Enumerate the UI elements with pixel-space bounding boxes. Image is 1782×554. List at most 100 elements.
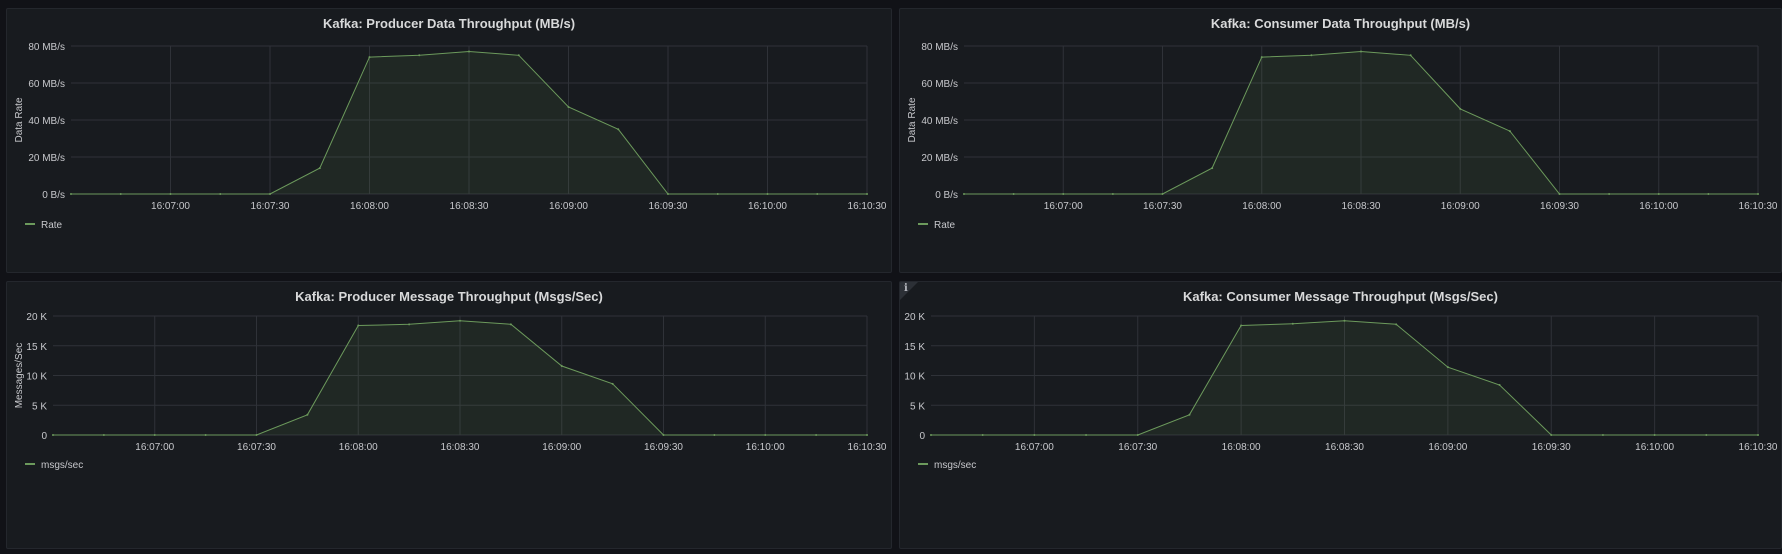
x-tick-label: 16:10:00 — [1635, 442, 1674, 453]
data-point — [1550, 434, 1553, 436]
x-tick-label: 16:07:30 — [1143, 201, 1182, 212]
data-point — [1558, 193, 1561, 195]
data-point — [509, 323, 512, 326]
y-axis-label: Data Rate — [907, 97, 918, 142]
x-tick-label: 16:09:30 — [1532, 442, 1571, 453]
data-point — [1498, 384, 1501, 387]
legend-label: msgs/sec — [934, 460, 976, 471]
data-point — [1136, 434, 1139, 436]
x-tick-label: 16:09:00 — [1441, 201, 1480, 212]
x-tick-label: 16:10:30 — [1739, 201, 1778, 212]
series-area — [71, 51, 867, 194]
consumer-data-throughput-panel[interactable]: Kafka: Consumer Data Throughput (MB/s) 0… — [899, 8, 1782, 273]
x-tick-label: 16:07:30 — [251, 201, 290, 212]
producer-message-throughput-chart: 0 5 K 10 K 15 K 20 K 16:07:00 16:07:30 16:08:00… — [14, 312, 887, 471]
data-point — [713, 434, 716, 436]
data-point — [1260, 56, 1263, 59]
data-point — [408, 323, 411, 326]
x-tick-label: 16:10:30 — [1739, 442, 1778, 453]
data-point — [1161, 193, 1164, 195]
data-point — [255, 434, 258, 436]
x-tick-label: 16:08:30 — [450, 201, 489, 212]
x-tick-label: 16:09:00 — [549, 201, 588, 212]
x-tick-label: 16:07:30 — [1118, 442, 1157, 453]
data-point — [1757, 434, 1759, 436]
data-point — [1111, 193, 1114, 195]
x-tick-label: 16:09:30 — [649, 201, 688, 212]
y-tick-label: 5 K — [32, 401, 47, 412]
y-tick-label: 20 K — [26, 312, 47, 323]
legend-item: Rate — [918, 220, 956, 231]
data-point — [662, 434, 665, 436]
data-point — [1459, 107, 1462, 110]
data-point — [560, 364, 563, 367]
series-area — [964, 51, 1758, 194]
data-point — [1085, 434, 1088, 436]
data-point — [1360, 50, 1362, 53]
x-tick-label: 16:10:30 — [848, 442, 887, 453]
series-area — [53, 320, 867, 435]
x-tick-label: 16:10:00 — [748, 201, 787, 212]
legend-item: msgs/sec — [918, 460, 976, 471]
x-tick-label: 16:10:00 — [1639, 201, 1678, 212]
data-point — [1310, 54, 1313, 57]
data-point — [1446, 366, 1449, 369]
y-tick-label: 10 K — [904, 372, 925, 383]
data-point — [357, 324, 360, 327]
data-point — [368, 56, 371, 59]
data-point — [1508, 130, 1511, 133]
data-point — [766, 193, 769, 195]
y-tick-label: 40 MB/s — [921, 116, 958, 127]
data-point — [1608, 193, 1611, 195]
data-point — [468, 50, 470, 53]
x-tick-label: 16:09:30 — [644, 442, 683, 453]
y-tick-label: 0 B/s — [42, 190, 65, 201]
data-point — [1409, 54, 1412, 57]
data-point — [815, 434, 818, 436]
data-point — [169, 193, 172, 195]
data-point — [1033, 434, 1036, 436]
data-point — [418, 54, 421, 57]
data-point — [1240, 324, 1243, 327]
x-tick-label: 16:10:00 — [746, 442, 785, 453]
producer-data-throughput-chart: 0 B/s 20 MB/s 40 MB/s 60 MB/s 80 MB/s 16:07:0… — [14, 42, 887, 231]
x-tick-label: 16:08:00 — [1222, 442, 1261, 453]
x-tick-label: 16:07:00 — [135, 442, 174, 453]
x-tick-label: 16:07:30 — [237, 442, 276, 453]
x-tick-label: 16:08:30 — [1325, 442, 1364, 453]
y-tick-label: 15 K — [26, 342, 47, 353]
producer-message-throughput-panel[interactable]: Kafka: Producer Message Throughput (Msgs… — [6, 281, 892, 549]
legend-item: Rate — [25, 220, 63, 231]
y-axis-label: Messages/Sec — [14, 343, 25, 409]
data-point — [1705, 434, 1708, 436]
x-tick-label: 16:08:00 — [339, 442, 378, 453]
x-tick-label: 16:07:00 — [1044, 201, 1083, 212]
data-point — [567, 106, 570, 109]
data-point — [459, 319, 461, 322]
data-point — [219, 193, 222, 195]
data-point — [204, 434, 207, 436]
data-point — [866, 434, 868, 436]
x-tick-label: 16:09:00 — [542, 442, 581, 453]
consumer-message-throughput-panel[interactable]: i Kafka: Consumer Message Throughput (Ms… — [899, 281, 1782, 549]
producer-data-throughput-panel[interactable]: Kafka: Producer Data Throughput (MB/s) 0… — [6, 8, 892, 273]
y-tick-label: 60 MB/s — [28, 79, 65, 90]
data-point — [1657, 193, 1660, 195]
data-point — [318, 167, 321, 170]
legend-label: msgs/sec — [41, 460, 83, 471]
x-tick-label: 16:07:00 — [1015, 442, 1054, 453]
y-tick-label: 0 — [41, 431, 47, 442]
y-tick-label: 10 K — [26, 372, 47, 383]
data-point — [1012, 193, 1015, 195]
x-tick-label: 16:08:30 — [1342, 201, 1381, 212]
data-point — [269, 193, 271, 195]
x-tick-label: 16:08:00 — [350, 201, 389, 212]
y-tick-label: 0 — [919, 431, 925, 442]
y-tick-label: 80 MB/s — [921, 42, 958, 53]
legend-label: Rate — [41, 220, 63, 231]
legend-label: Rate — [934, 220, 956, 231]
x-tick-label: 16:09:00 — [1428, 442, 1467, 453]
y-tick-label: 80 MB/s — [28, 42, 65, 53]
data-point — [1601, 434, 1604, 436]
data-point — [1757, 193, 1759, 195]
